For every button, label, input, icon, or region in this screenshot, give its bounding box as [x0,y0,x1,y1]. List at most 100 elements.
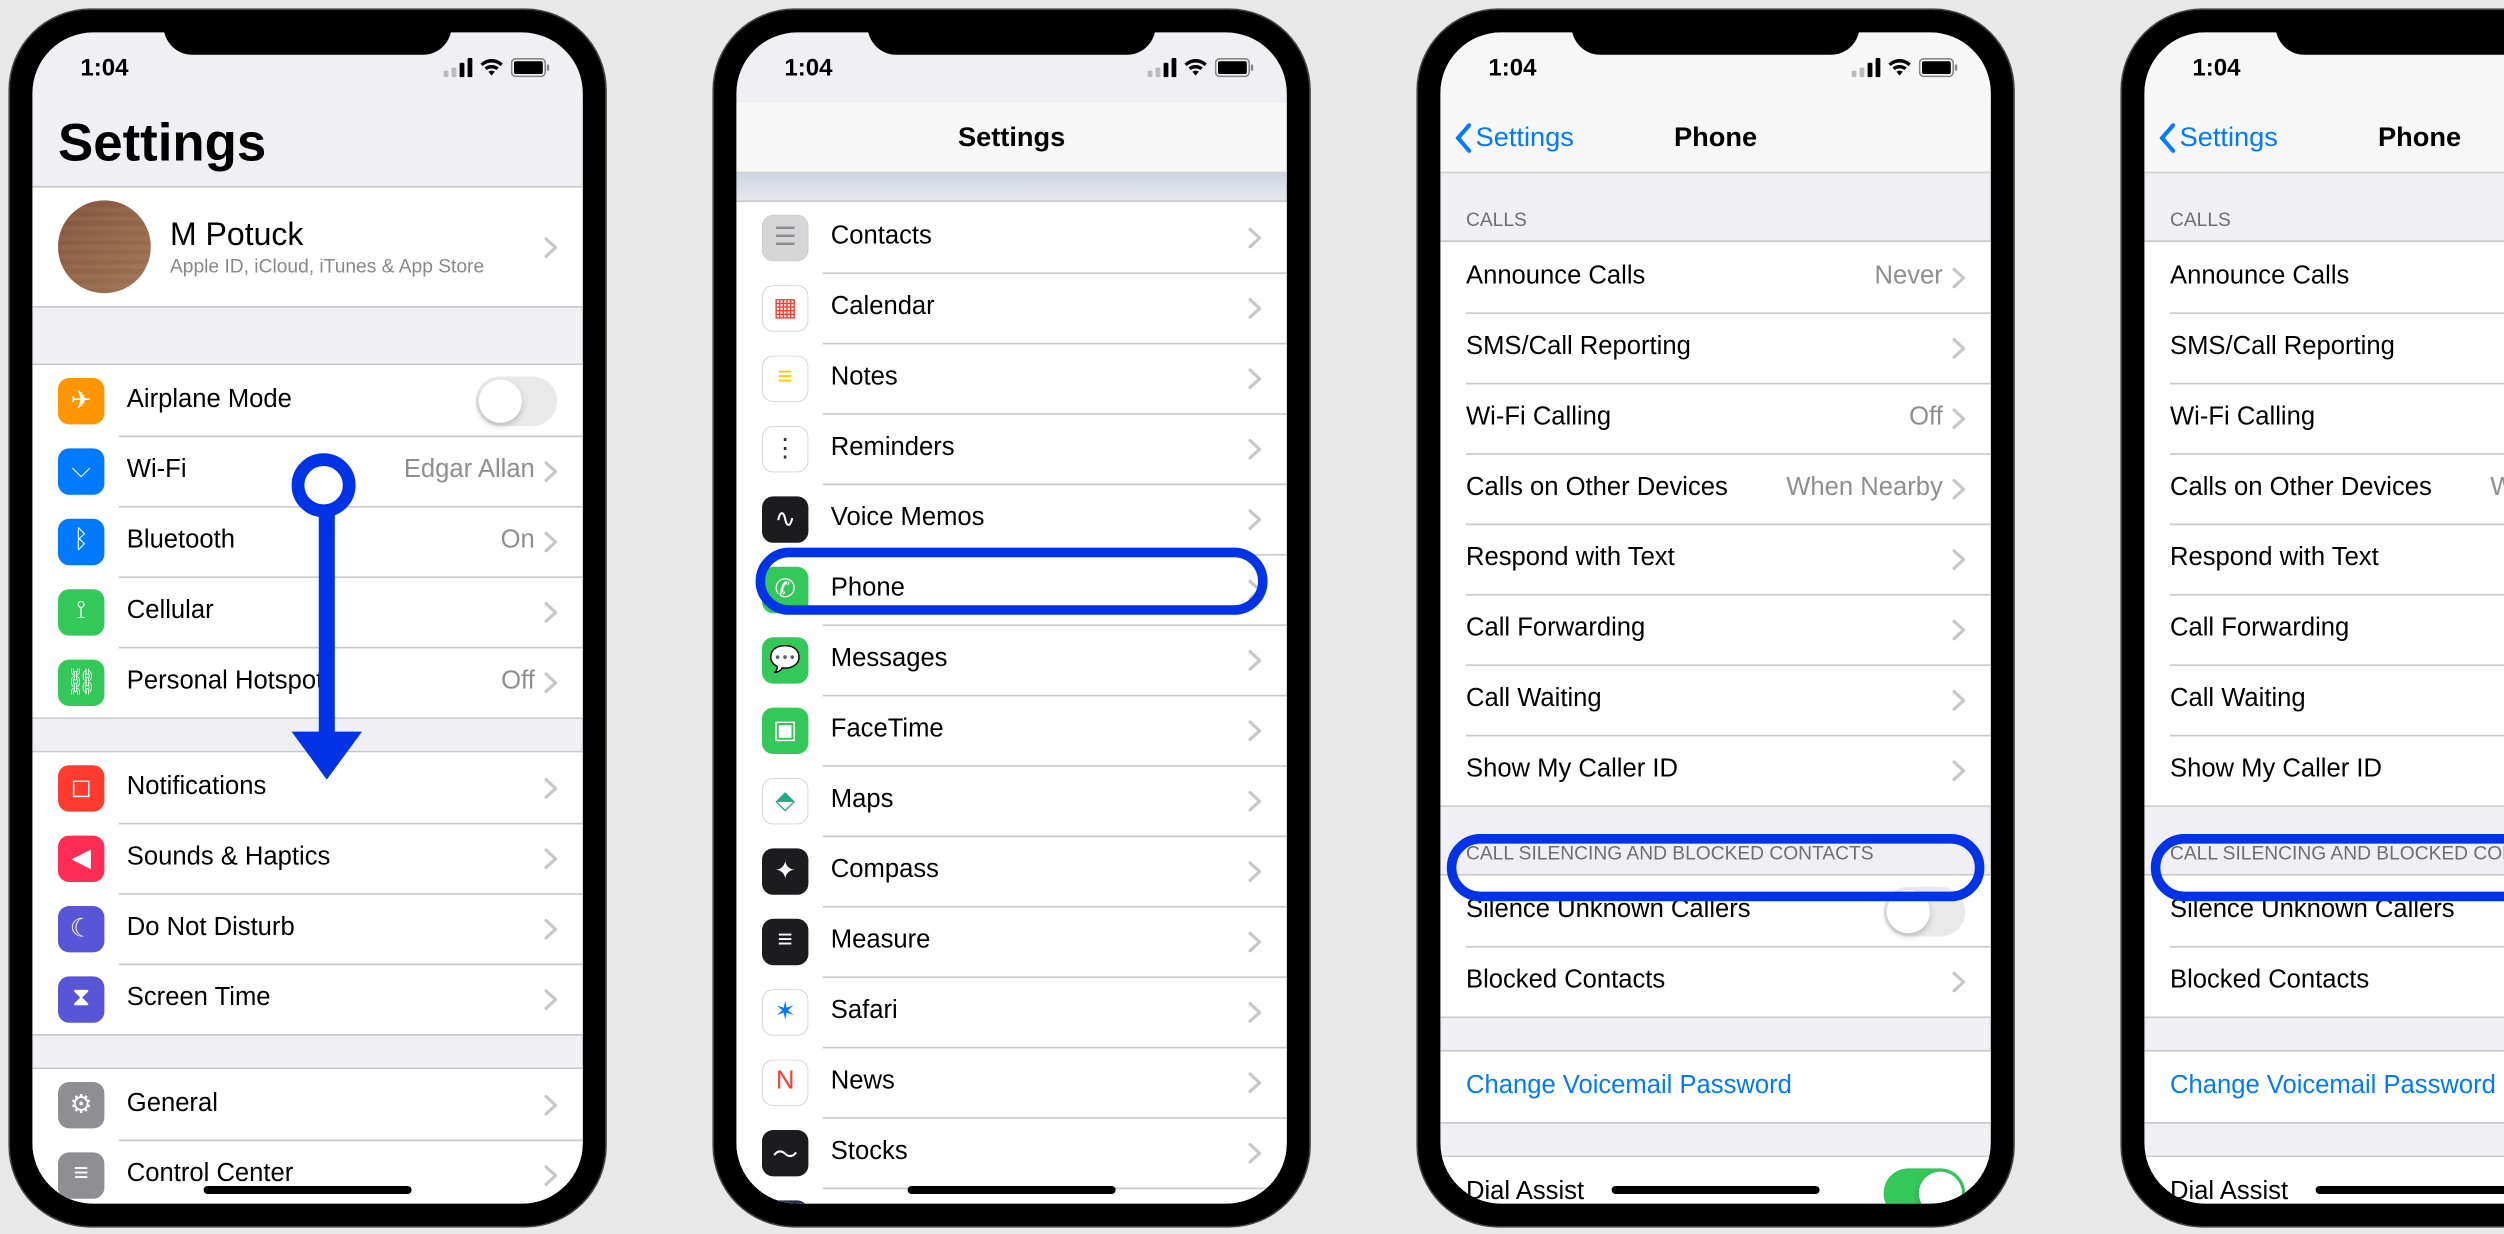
shortcuts-icon: ◈ [762,1200,808,1204]
row-maps[interactable]: ⬘Maps [736,765,1286,835]
row-notes[interactable]: ≡Notes [736,343,1286,413]
row-sms-call-reporting[interactable]: SMS/Call Reporting [2144,312,2504,382]
row-label: News [831,1068,1249,1097]
row-reminders[interactable]: ⋮Reminders [736,413,1286,483]
nav-bar: Settings Phone [2144,103,2504,173]
settings-group-notifications: ◻︎Notifications◀︎Sounds & Haptics☾Do Not… [32,751,582,1036]
status-time: 1:04 [80,54,128,81]
phone-frame-4: 1:04 Settings Phone Calls Announce Calls… [2122,10,2504,1226]
silence-header: Call Silencing and Blocked Contacts [1440,807,1990,874]
row-label: Voice Memos [831,504,1249,533]
row-gear[interactable]: ⚙︎General [32,1069,582,1139]
nav-title: Phone [1674,121,1757,153]
chevron-right-icon [1248,368,1261,389]
row-call-waiting[interactable]: Call Waiting [1440,664,1990,734]
row-value: On [501,527,535,556]
blocked-contacts-row[interactable]: Blocked Contacts [2144,946,2504,1016]
screen: 1:04 Settings M Potuck Apple ID, iCloud,… [32,32,582,1203]
blocked-contacts-row[interactable]: Blocked Contacts [1440,946,1990,1016]
contacts-icon: ☰ [762,214,808,260]
row-label: Stocks [831,1138,1249,1167]
home-indicator[interactable] [1612,1186,1820,1194]
row-label: Wi-Fi [127,456,404,485]
row-label: Wi-Fi Calling [2170,404,2504,433]
moon-icon: ☾ [58,905,104,951]
chevron-right-icon [1952,760,1965,781]
row-sms-call-reporting[interactable]: SMS/Call Reporting [1440,312,1990,382]
home-indicator[interactable] [908,1186,1116,1194]
calls-group: Announce CallsNeverSMS/Call ReportingWi-… [2144,240,2504,806]
chevron-right-icon [1248,438,1261,459]
row-messages[interactable]: 💬Messages [736,624,1286,694]
silence-unknown-callers-row[interactable]: Silence Unknown Callers [1440,876,1990,946]
toggle[interactable] [476,376,558,426]
home-indicator[interactable] [2316,1186,2504,1194]
row-call-forwarding[interactable]: Call Forwarding [1440,594,1990,664]
row-phone[interactable]: ✆Phone [736,554,1286,624]
signal-icon [444,58,473,77]
row-contacts[interactable]: ☰ Contacts [736,202,1286,272]
row-label: Announce Calls [1466,263,1875,292]
back-button[interactable]: Settings [1453,121,1574,153]
row-airplane[interactable]: ✈︎Airplane Mode [32,365,582,435]
reminders-icon: ⋮ [762,425,808,471]
settings-group-general: ⚙︎General ≡ Control Center [32,1068,582,1204]
row-call-forwarding[interactable]: Call Forwarding [2144,594,2504,664]
signal-icon [1852,58,1881,77]
row-moon[interactable]: ☾Do Not Disturb [32,893,582,963]
back-button[interactable]: Settings [2157,121,2278,153]
phone-settings-list[interactable]: Calls Announce CallsNeverSMS/Call Report… [1440,173,1990,1203]
row-label: Contacts [831,223,1249,252]
chevron-right-icon [1248,1001,1261,1022]
news-icon: N [762,1059,808,1105]
status-indicators [1148,58,1255,77]
row-speaker[interactable]: ◀︎Sounds & Haptics [32,823,582,893]
row-announce-calls[interactable]: Announce CallsNever [1440,242,1990,312]
chevron-right-icon [544,918,557,939]
dial-assist-row[interactable]: Dial Assist [1440,1157,1990,1203]
row-value: When Nearby [2490,474,2504,503]
home-indicator[interactable] [204,1186,412,1194]
row-label: Control Center [127,1160,545,1189]
status-time: 1:04 [1488,54,1536,81]
row-compass[interactable]: ✦Compass [736,836,1286,906]
chevron-right-icon [1248,790,1261,811]
silence-unknown-callers-row[interactable]: Silence Unknown Callers [2144,876,2504,946]
row-news[interactable]: N News [736,1047,1286,1117]
phone-settings-list[interactable]: Calls Announce CallsNeverSMS/Call Report… [2144,173,2504,1203]
change-voicemail-password-row[interactable]: Change Voicemail Password [2144,1052,2504,1122]
row-calendar[interactable]: ▦Calendar [736,272,1286,342]
silence-toggle[interactable] [1884,886,1966,936]
back-label: Settings [1476,121,1574,153]
dial-assist-row[interactable]: Dial Assist [2144,1157,2504,1203]
row-calls-on-other-devices[interactable]: Calls on Other DevicesWhen Nearby [2144,453,2504,523]
row-respond-with-text[interactable]: Respond with Text [2144,524,2504,594]
row-call-waiting[interactable]: Call Waiting [2144,664,2504,734]
row-wi-fi-calling[interactable]: Wi-Fi CallingOff [1440,383,1990,453]
row-stocks[interactable]: 〜Stocks [736,1117,1286,1187]
apple-id-text: M Potuck Apple ID, iCloud, iTunes & App … [170,217,544,276]
row-wi-fi-calling[interactable]: Wi-Fi CallingOff [2144,383,2504,453]
nav-title: Phone [2378,121,2461,153]
row-show-my-caller-id[interactable]: Show My Caller ID [1440,735,1990,805]
dial-assist-toggle[interactable] [1884,1168,1966,1204]
row-hourglass[interactable]: ⧗Screen Time [32,964,582,1034]
change-voicemail-password-row[interactable]: Change Voicemail Password [1440,1052,1990,1122]
row-announce-calls[interactable]: Announce CallsNever [2144,242,2504,312]
apple-id-row[interactable]: M Potuck Apple ID, iCloud, iTunes & App … [32,186,582,308]
switch-icon: ≡ [58,1152,104,1198]
row-safari[interactable]: ✶Safari [736,976,1286,1046]
status-time: 1:04 [784,54,832,81]
chevron-right-icon [1248,931,1261,952]
row-facetime[interactable]: ▣FaceTime [736,695,1286,765]
row-respond-with-text[interactable]: Respond with Text [1440,524,1990,594]
link-icon: ⛓ [58,659,104,705]
settings-scrolled-list[interactable]: ☰ Contacts ▦Calendar≡Notes⋮Reminders∿Voice… [736,173,1286,1203]
chevron-right-icon [1952,408,1965,429]
safari-icon: ✶ [762,988,808,1034]
row-voicememos[interactable]: ∿Voice Memos [736,484,1286,554]
row-measure[interactable]: ≡Measure [736,906,1286,976]
row-show-my-caller-id[interactable]: Show My Caller ID [2144,735,2504,805]
row-value: Never [1875,263,1943,292]
row-calls-on-other-devices[interactable]: Calls on Other DevicesWhen Nearby [1440,453,1990,523]
